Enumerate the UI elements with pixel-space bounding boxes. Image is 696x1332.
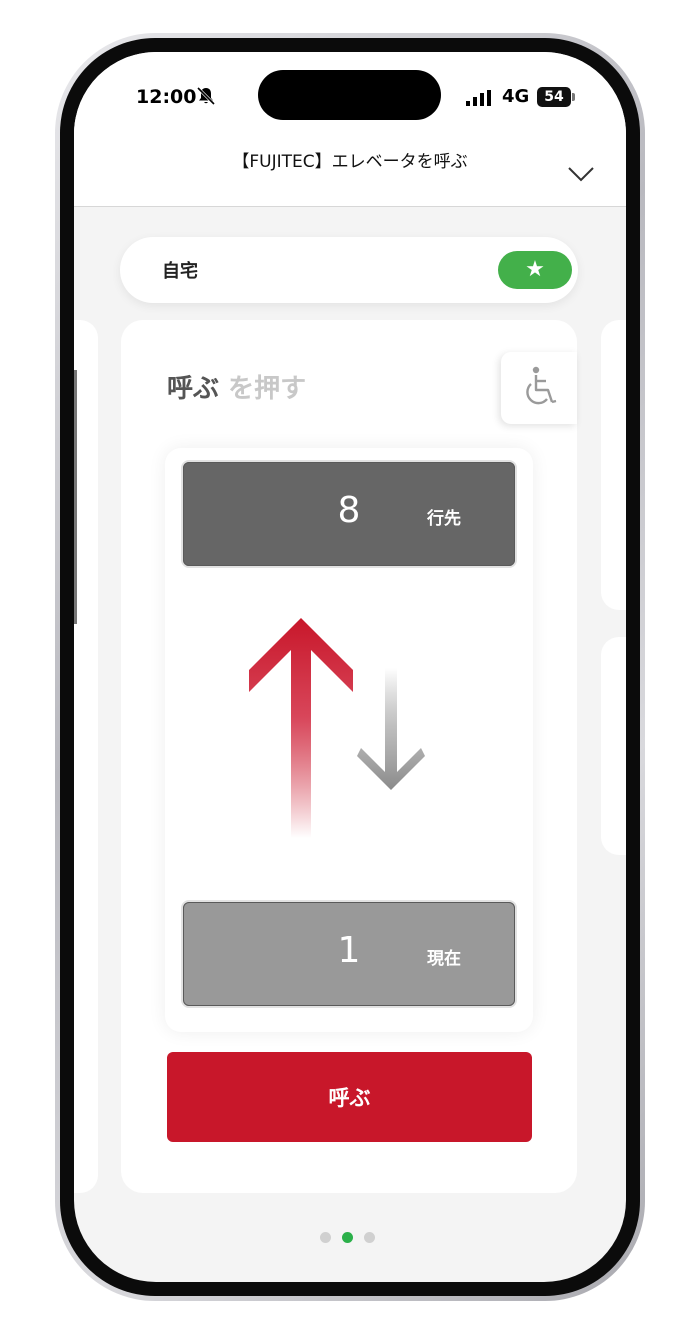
destination-tag: 行先 <box>427 509 461 529</box>
status-time: 12:00 <box>136 86 197 108</box>
wheelchair-button[interactable] <box>501 352 577 424</box>
network-label: 4G <box>502 86 530 107</box>
instruction-text: 呼ぶ を押す <box>167 368 306 405</box>
page-dot-1[interactable] <box>320 1232 331 1243</box>
favorite-bar[interactable]: 自宅 ★ <box>120 237 578 303</box>
call-card: 呼ぶ を押す 8 行先 1 現在 呼ぶ <box>121 320 577 1193</box>
status-bar: 12:00 4G 54 <box>74 52 626 147</box>
instruction-bold: 呼ぶ <box>167 374 220 404</box>
current-tag: 現在 <box>427 949 461 969</box>
previous-card[interactable] <box>74 320 98 1193</box>
page-title: 【FUJITEC】エレベータを呼ぶ <box>232 152 468 172</box>
next-card[interactable] <box>601 320 626 610</box>
battery-icon: 54 <box>537 87 575 107</box>
down-arrow-icon <box>357 668 425 790</box>
call-button[interactable]: 呼ぶ <box>167 1052 532 1142</box>
nav-header: 【FUJITEC】エレベータを呼ぶ <box>74 147 626 207</box>
current-floor-number: 1 <box>337 930 361 971</box>
up-arrow-icon <box>249 618 353 838</box>
destination-floor-number: 8 <box>337 490 361 531</box>
screen: 12:00 4G 54 【FUJITEC】エレベータを呼ぶ 自宅 ★ 呼ぶ を押… <box>74 52 626 1282</box>
page-dot-2[interactable] <box>342 1232 353 1243</box>
instruction-light: を押す <box>228 374 307 404</box>
signal-bars-icon <box>466 90 491 106</box>
battery-cap <box>572 93 575 101</box>
battery-level: 54 <box>537 87 571 107</box>
current-floor-box[interactable]: 1 現在 <box>181 900 517 1008</box>
star-icon: ★ <box>525 257 545 282</box>
next-card-lower[interactable] <box>601 637 626 855</box>
destination-floor-box[interactable]: 8 行先 <box>181 460 517 568</box>
floor-selector: 8 行先 1 現在 <box>165 448 533 1032</box>
wheelchair-icon <box>526 366 557 405</box>
chevron-down-icon[interactable] <box>567 165 595 183</box>
page-dot-3[interactable] <box>364 1232 375 1243</box>
favorite-label: 自宅 <box>162 261 198 282</box>
scroll-indicator <box>74 370 77 624</box>
favorite-toggle[interactable]: ★ <box>498 251 572 289</box>
bell-off-icon <box>196 86 216 106</box>
dynamic-island <box>258 70 441 120</box>
page-indicator <box>320 1232 380 1246</box>
